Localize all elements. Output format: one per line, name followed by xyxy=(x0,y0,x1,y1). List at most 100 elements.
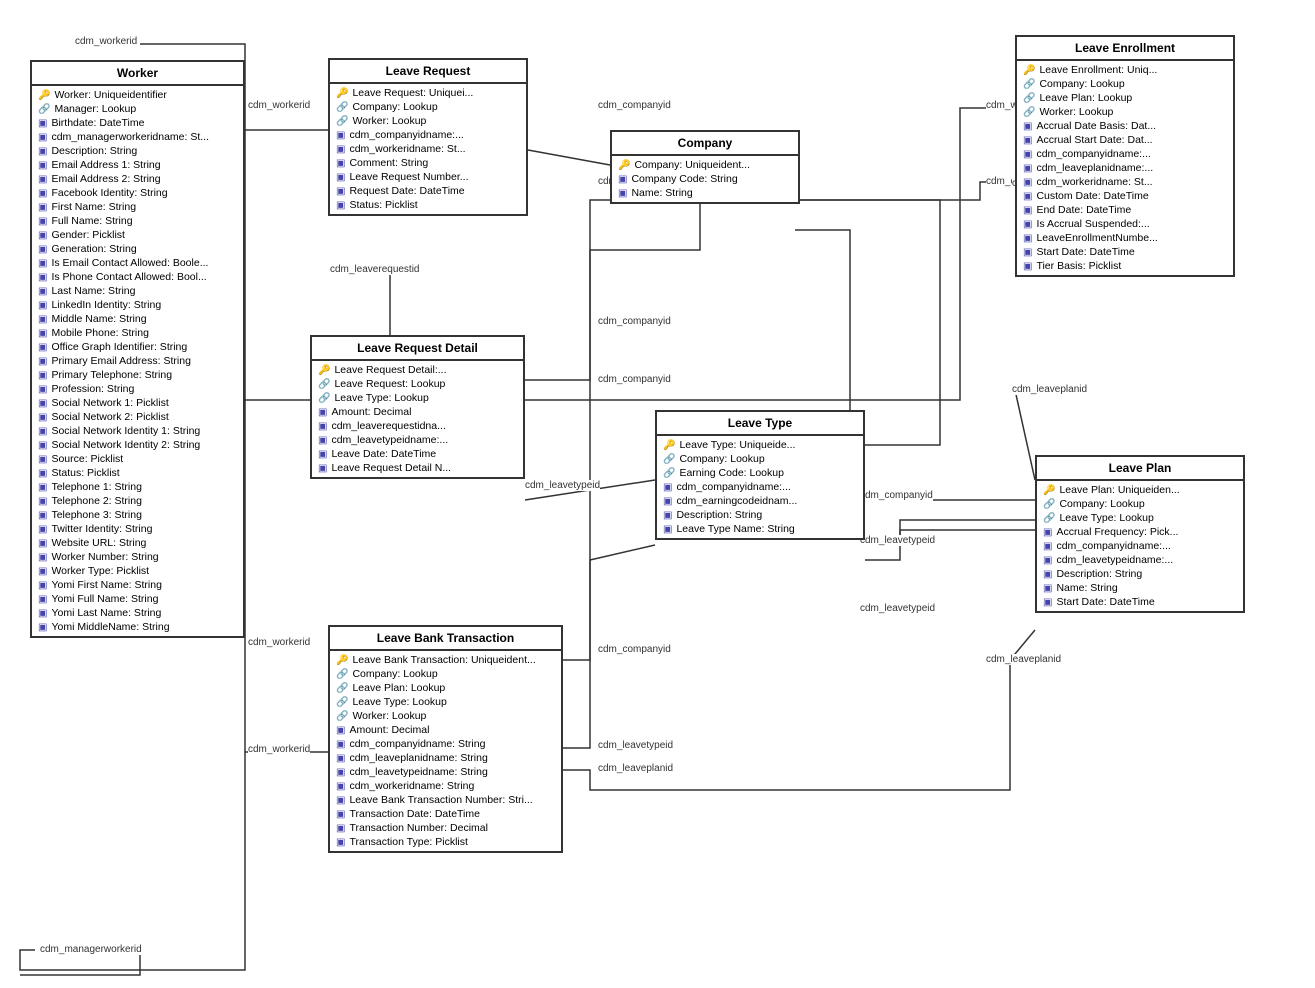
field-icon: ▣ xyxy=(38,300,47,311)
worker-field-25: ▣Social Network Identity 2: String xyxy=(32,438,243,452)
key-icon: 🔑 xyxy=(1023,65,1035,76)
field-icon: ▣ xyxy=(38,496,47,507)
worker-field-14: ▣Last Name: String xyxy=(32,284,243,298)
lookup-icon: 🔗 xyxy=(336,669,348,680)
key-icon: 🔑 xyxy=(38,90,50,101)
lookup-icon: 🔗 xyxy=(318,379,330,390)
worker-field-6: ▣Email Address 2: String xyxy=(32,172,243,186)
field-icon: ▣ xyxy=(38,510,47,521)
lookup-icon: 🔗 xyxy=(663,468,675,479)
worker-field-35: ▣Yomi First Name: String xyxy=(32,578,243,592)
field-icon: ▣ xyxy=(336,725,345,736)
field-icon: ▣ xyxy=(1023,219,1032,230)
field-icon: ▣ xyxy=(38,552,47,563)
le-field-5: ▣Accrual Start Date: Dat... xyxy=(1017,133,1233,147)
key-icon: 🔑 xyxy=(318,365,330,376)
worker-field-31: ▣Twitter Identity: String xyxy=(32,522,243,536)
field-icon: ▣ xyxy=(38,146,47,157)
entity-leave-plan: Leave Plan 🔑Leave Plan: Uniqueiden... 🔗C… xyxy=(1035,455,1245,613)
worker-field-4: ▣Description: String xyxy=(32,144,243,158)
lbt-field-13: ▣Transaction Type: Picklist xyxy=(330,835,561,849)
entity-company-title: Company xyxy=(612,132,798,156)
company-field-2: ▣Name: String xyxy=(612,186,798,200)
field-icon: ▣ xyxy=(336,200,345,211)
entity-leave-request-detail: Leave Request Detail 🔑Leave Request Deta… xyxy=(310,335,525,479)
lookup-icon: 🔗 xyxy=(336,102,348,113)
le-field-8: ▣cdm_workeridname: St... xyxy=(1017,175,1233,189)
lp-field-2: 🔗Leave Type: Lookup xyxy=(1037,511,1243,525)
field-icon: ▣ xyxy=(38,202,47,213)
worker-field-34: ▣Worker Type: Picklist xyxy=(32,564,243,578)
lt-field-4: ▣cdm_earningcodeidnam... xyxy=(657,494,863,508)
field-icon: ▣ xyxy=(38,622,47,633)
field-icon: ▣ xyxy=(318,407,327,418)
entity-leave-request-body: 🔑Leave Request: Uniquei... 🔗Company: Loo… xyxy=(330,84,526,214)
field-icon: ▣ xyxy=(1023,121,1032,132)
field-icon: ▣ xyxy=(1023,191,1032,202)
field-icon: ▣ xyxy=(1043,597,1052,608)
worker-field-1: 🔗Manager: Lookup xyxy=(32,102,243,116)
field-icon: ▣ xyxy=(38,230,47,241)
field-icon: ▣ xyxy=(318,421,327,432)
lr-field-8: ▣Status: Picklist xyxy=(330,198,526,212)
label-cdm-leaveplanid-1: cdm_leaveplanid xyxy=(1012,384,1087,395)
label-cdm-leavetypeid-detail: cdm_leavetypeid xyxy=(525,480,600,491)
lp-field-7: ▣Name: String xyxy=(1037,581,1243,595)
entity-worker-body: 🔑Worker: Uniqueidentifier 🔗Manager: Look… xyxy=(32,86,243,636)
lt-field-2: 🔗Earning Code: Lookup xyxy=(657,466,863,480)
entity-lt-body: 🔑Leave Type: Uniqueide... 🔗Company: Look… xyxy=(657,436,863,538)
field-icon: ▣ xyxy=(38,384,47,395)
field-icon: ▣ xyxy=(618,188,627,199)
worker-field-15: ▣LinkedIn Identity: String xyxy=(32,298,243,312)
le-field-4: ▣Accrual Date Basis: Dat... xyxy=(1017,119,1233,133)
worker-field-26: ▣Source: Picklist xyxy=(32,452,243,466)
field-icon: ▣ xyxy=(38,244,47,255)
field-icon: ▣ xyxy=(336,144,345,155)
worker-field-9: ▣Full Name: String xyxy=(32,214,243,228)
lp-field-8: ▣Start Date: DateTime xyxy=(1037,595,1243,609)
label-cdm-companyid-1: cdm_companyid xyxy=(598,100,671,111)
entity-lt-title: Leave Type xyxy=(657,412,863,436)
worker-field-36: ▣Yomi Full Name: String xyxy=(32,592,243,606)
field-icon: ▣ xyxy=(336,767,345,778)
label-cdm-leavetypeid-bank: cdm_leavetypeid xyxy=(598,740,673,751)
field-icon: ▣ xyxy=(1023,149,1032,160)
worker-field-10: ▣Gender: Picklist xyxy=(32,228,243,242)
field-icon: ▣ xyxy=(38,272,47,283)
field-icon: ▣ xyxy=(1043,541,1052,552)
worker-field-0: 🔑Worker: Uniqueidentifier xyxy=(32,88,243,102)
field-icon: ▣ xyxy=(38,426,47,437)
field-icon: ▣ xyxy=(1023,135,1032,146)
field-icon: ▣ xyxy=(38,216,47,227)
lrd-field-2: 🔗Leave Type: Lookup xyxy=(312,391,523,405)
lr-field-5: ▣Comment: String xyxy=(330,156,526,170)
lp-field-3: ▣Accrual Frequency: Pick... xyxy=(1037,525,1243,539)
field-icon: ▣ xyxy=(336,186,345,197)
le-field-0: 🔑Leave Enrollment: Uniq... xyxy=(1017,63,1233,77)
worker-field-3: ▣cdm_managerworkeridname: St... xyxy=(32,130,243,144)
entity-lbt-body: 🔑Leave Bank Transaction: Uniqueident... … xyxy=(330,651,561,851)
field-icon: ▣ xyxy=(38,314,47,325)
worker-field-27: ▣Status: Picklist xyxy=(32,466,243,480)
lr-field-1: 🔗Company: Lookup xyxy=(330,100,526,114)
label-cdm-companyid-lt: cdm_companyid xyxy=(860,490,933,501)
worker-field-12: ▣Is Email Contact Allowed: Boole... xyxy=(32,256,243,270)
lbt-field-5: ▣Amount: Decimal xyxy=(330,723,561,737)
lp-field-5: ▣cdm_leavetypeidname:... xyxy=(1037,553,1243,567)
label-cdm-workerid-bt1: cdm_workerid xyxy=(248,637,310,648)
field-icon: ▣ xyxy=(38,258,47,269)
worker-field-13: ▣Is Phone Contact Allowed: Bool... xyxy=(32,270,243,284)
lrd-field-1: 🔗Leave Request: Lookup xyxy=(312,377,523,391)
lr-field-2: 🔗Worker: Lookup xyxy=(330,114,526,128)
field-icon: ▣ xyxy=(38,412,47,423)
worker-field-28: ▣Telephone 1: String xyxy=(32,480,243,494)
worker-field-33: ▣Worker Number: String xyxy=(32,550,243,564)
lt-field-6: ▣Leave Type Name: String xyxy=(657,522,863,536)
key-icon: 🔑 xyxy=(336,88,348,99)
lookup-icon: 🔗 xyxy=(318,393,330,404)
lbt-field-8: ▣cdm_leavetypeidname: String xyxy=(330,765,561,779)
lt-field-0: 🔑Leave Type: Uniqueide... xyxy=(657,438,863,452)
field-icon: ▣ xyxy=(1023,205,1032,216)
company-field-1: ▣Company Code: String xyxy=(612,172,798,186)
lt-field-5: ▣Description: String xyxy=(657,508,863,522)
